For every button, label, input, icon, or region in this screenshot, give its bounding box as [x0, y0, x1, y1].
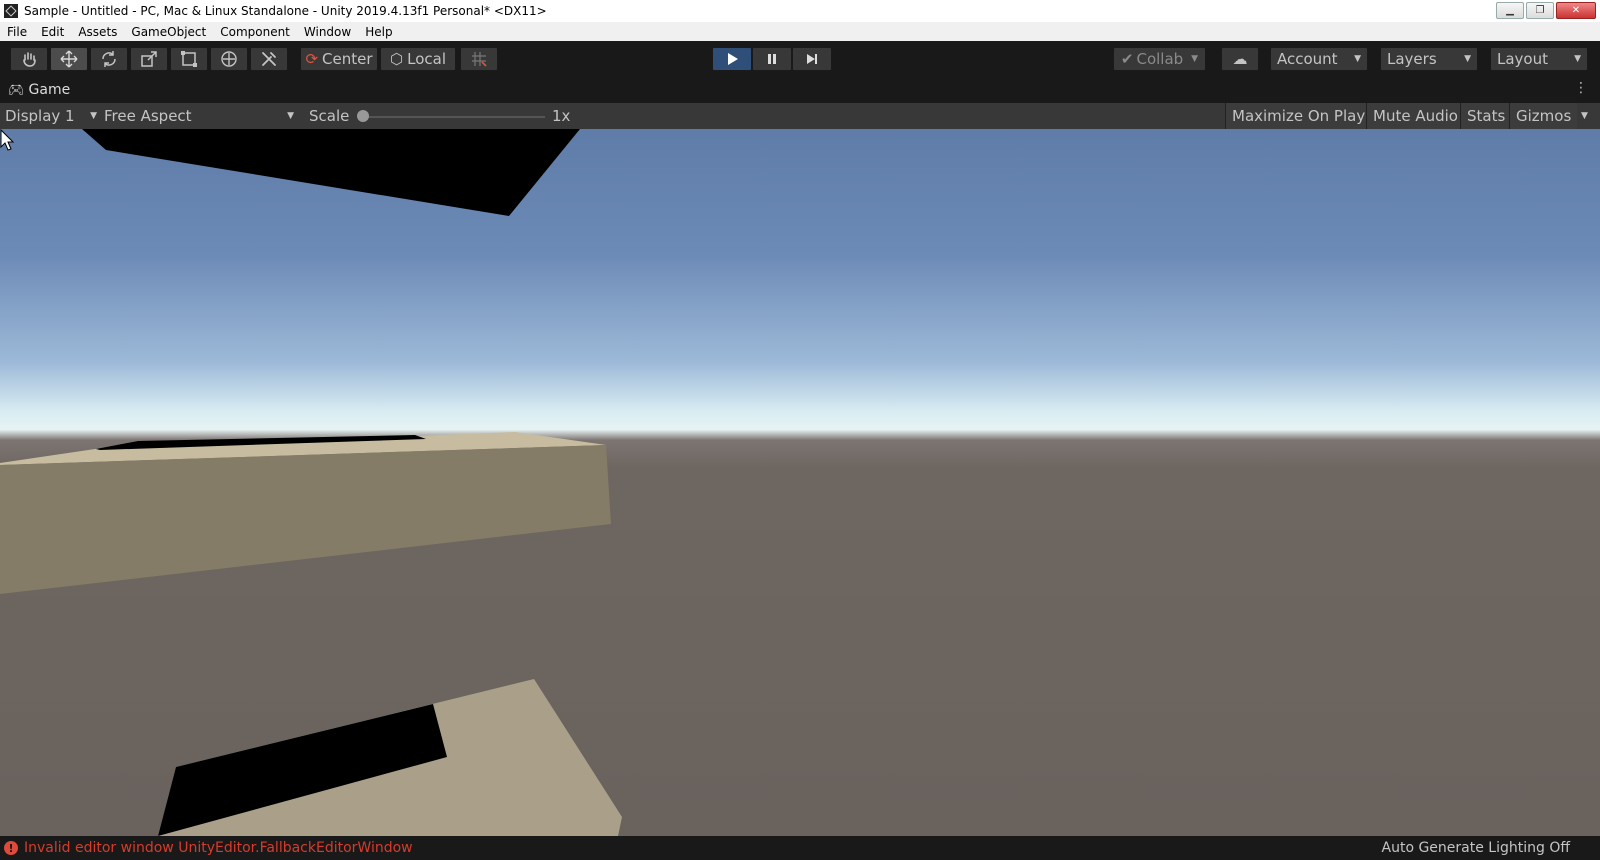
layout-dropdown[interactable]: Layout ▼ — [1490, 47, 1588, 71]
hand-tool-button[interactable] — [10, 47, 48, 71]
scale-value: 1x — [552, 107, 571, 125]
chevron-down-icon: ▼ — [1574, 54, 1581, 64]
minimize-button[interactable]: ▁ — [1496, 2, 1524, 19]
unity-logo-icon — [4, 4, 18, 18]
hand-icon — [23, 52, 36, 67]
account-label: Account — [1277, 50, 1338, 68]
transform-icon — [221, 51, 237, 67]
wrench-icon — [262, 52, 276, 66]
menu-file[interactable]: File — [0, 25, 34, 39]
lighting-status: Auto Generate Lighting Off — [1381, 840, 1571, 856]
pivot-center-button[interactable]: ⟳ Center — [300, 47, 378, 71]
scale-label: Scale — [309, 107, 350, 125]
chevron-down-icon: ▼ — [90, 111, 97, 121]
game-viewport[interactable] — [0, 129, 1600, 836]
beige-block-front-face — [0, 445, 611, 594]
layout-label: Layout — [1497, 50, 1548, 68]
pivot-icon: ⟳ — [305, 50, 319, 68]
tab-game[interactable]: 🎮︎ Game — [8, 82, 70, 98]
chevron-down-icon: ▼ — [1191, 54, 1199, 64]
menu-window[interactable]: Window — [297, 25, 358, 39]
check-icon: ✔ — [1120, 50, 1134, 68]
maximize-on-play-toggle[interactable]: Maximize On Play — [1225, 103, 1372, 129]
gizmos-chevron-down-icon[interactable]: ▼ — [1581, 103, 1588, 129]
black-slab-top — [82, 129, 580, 216]
pivot-label: Center — [322, 50, 373, 68]
cloud-icon: ☁ — [1232, 50, 1248, 68]
console-error-message[interactable]: Invalid editor window UnityEditor.Fallba… — [24, 840, 413, 856]
grid-snap-button[interactable] — [460, 47, 498, 71]
menu-edit[interactable]: Edit — [34, 25, 71, 39]
rect-tool-button[interactable] — [170, 47, 208, 71]
game-view-toolbar: Display 1 ▼ Free Aspect ▼ Scale 1x Maxim… — [0, 103, 1600, 130]
step-button[interactable] — [792, 47, 832, 71]
menu-component[interactable]: Component — [213, 25, 297, 39]
chevron-down-icon: ▼ — [1354, 54, 1361, 64]
display-label: Display 1 — [5, 107, 75, 125]
menu-gameobject[interactable]: GameObject — [124, 25, 213, 39]
more-options-icon[interactable]: ⋮ — [1574, 80, 1588, 96]
aspect-dropdown[interactable]: Free Aspect ▼ — [104, 103, 294, 129]
play-icon — [728, 53, 738, 65]
pivot-local-button[interactable]: ⬡ Local — [380, 47, 456, 71]
menu-assets[interactable]: Assets — [71, 25, 124, 39]
move-arrows-icon — [60, 50, 78, 68]
close-button[interactable]: ✕ — [1556, 2, 1596, 19]
play-button[interactable] — [712, 47, 752, 71]
window-title: Sample - Untitled - PC, Mac & Linux Stan… — [24, 4, 547, 18]
scale-slider-handle[interactable] — [357, 110, 369, 122]
mute-audio-toggle[interactable]: Mute Audio — [1366, 103, 1464, 129]
layers-dropdown[interactable]: Layers ▼ — [1380, 47, 1478, 71]
rect-transform-icon — [181, 51, 197, 67]
pause-icon — [768, 54, 776, 64]
chevron-down-icon: ▼ — [1464, 54, 1471, 64]
error-icon: ! — [4, 841, 18, 855]
move-tool-button[interactable] — [50, 47, 88, 71]
space-label: Local — [407, 50, 446, 68]
scene-geometry — [0, 129, 622, 836]
cloud-button[interactable]: ☁ — [1221, 47, 1259, 71]
restore-button[interactable]: ❐ — [1526, 2, 1554, 19]
pause-button[interactable] — [752, 47, 792, 71]
layers-label: Layers — [1387, 50, 1437, 68]
gizmos-toggle[interactable]: Gizmos — [1509, 103, 1578, 129]
custom-tool-button[interactable] — [250, 47, 288, 71]
account-dropdown[interactable]: Account ▼ — [1270, 47, 1368, 71]
rotate-tool-button[interactable] — [90, 47, 128, 71]
window-controls: ▁ ❐ ✕ — [1496, 2, 1596, 19]
display-dropdown[interactable]: Display 1 ▼ — [5, 103, 97, 129]
collab-dropdown[interactable]: ✔ Collab ▼ — [1113, 47, 1206, 71]
aspect-label: Free Aspect — [104, 107, 192, 125]
tab-game-label: Game — [28, 82, 71, 98]
title-bar: Sample - Untitled - PC, Mac & Linux Stan… — [0, 0, 1600, 22]
step-icon — [807, 54, 817, 64]
gamepad-icon: 🎮︎ — [8, 82, 25, 98]
menu-help[interactable]: Help — [358, 25, 399, 39]
grid-snap-icon — [472, 52, 487, 67]
main-toolbar: ⟳ Center ⬡ Local ✔ Collab ▼ ☁ Account ▼ … — [0, 41, 1600, 80]
scale-icon — [141, 51, 157, 67]
cube-icon: ⬡ — [390, 50, 404, 68]
rotate-icon — [102, 51, 116, 67]
scale-slider-track[interactable] — [362, 116, 545, 118]
menu-bar: File Edit Assets GameObject Component Wi… — [0, 22, 1600, 42]
scale-tool-button[interactable] — [130, 47, 168, 71]
mouse-cursor-icon — [0, 129, 14, 151]
status-bar: ! Invalid editor window UnityEditor.Fall… — [0, 836, 1600, 860]
stats-toggle[interactable]: Stats — [1460, 103, 1512, 129]
transform-tool-button[interactable] — [210, 47, 248, 71]
collab-label: Collab — [1136, 50, 1184, 68]
editor-tab-bar: 🎮︎ Game ⋮ — [0, 80, 1600, 103]
chevron-down-icon: ▼ — [287, 111, 294, 121]
